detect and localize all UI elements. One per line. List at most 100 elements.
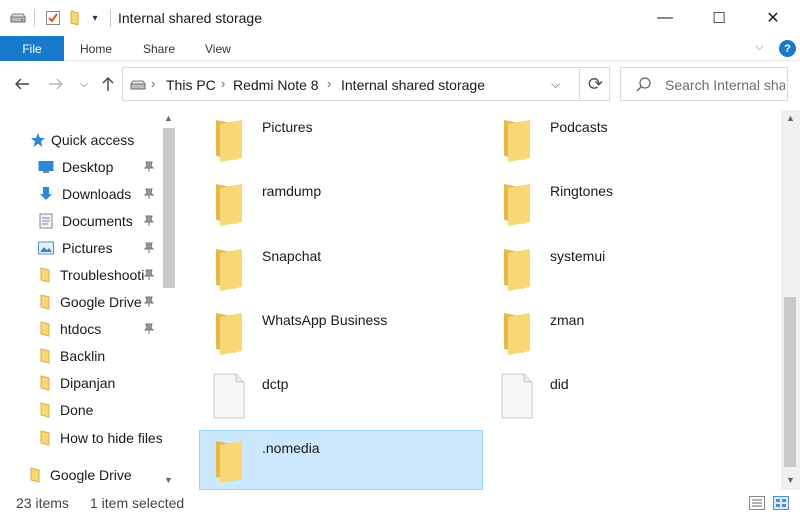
pictures-icon xyxy=(38,241,54,255)
details-view-icon[interactable] xyxy=(748,495,766,511)
pin-icon[interactable] xyxy=(142,187,156,201)
sidebar-item-downloads[interactable]: Downloads xyxy=(38,182,154,206)
refresh-icon[interactable]: ⟳ xyxy=(579,68,611,100)
drive-icon[interactable] xyxy=(8,9,28,27)
file-item-dctp[interactable]: dctp xyxy=(200,367,484,427)
star-icon xyxy=(31,133,45,147)
expand-ribbon-chevron-icon[interactable]: ⌵ xyxy=(755,41,763,54)
search-icon xyxy=(636,77,651,92)
breadcrumb-separator-icon[interactable]: › xyxy=(221,76,225,91)
scroll-up-icon[interactable]: ▲ xyxy=(164,113,173,123)
scroll-down-icon[interactable]: ▼ xyxy=(786,475,795,485)
file-item-zman[interactable]: zman xyxy=(488,303,772,363)
sidebar-item-documents[interactable]: Documents xyxy=(38,209,154,233)
tab-share[interactable]: Share xyxy=(143,36,175,61)
sidebar-item-pictures[interactable]: Pictures xyxy=(38,236,154,260)
sidebar-item-backlin[interactable]: Backlin xyxy=(38,344,105,368)
tab-view[interactable]: View xyxy=(205,36,231,61)
maximize-button[interactable]: ☐ xyxy=(696,0,742,36)
pin-icon[interactable] xyxy=(142,322,156,336)
file-name: Ringtones xyxy=(550,183,614,199)
pin-icon[interactable] xyxy=(142,160,156,174)
pin-icon[interactable] xyxy=(142,268,156,282)
pin-icon[interactable] xyxy=(142,295,156,309)
folder-icon xyxy=(504,249,530,291)
file-item-ringtones[interactable]: Ringtones xyxy=(488,174,772,234)
item-count: 23 items xyxy=(16,495,69,511)
sidebar-item-dipanjan[interactable]: Dipanjan xyxy=(38,371,115,395)
close-button[interactable]: ✕ xyxy=(750,0,796,36)
nav-pane-scrollbar-thumb[interactable] xyxy=(163,128,175,288)
tab-file[interactable]: File xyxy=(0,36,64,61)
blank-file-icon xyxy=(213,373,245,419)
sidebar-item-label: Dipanjan xyxy=(60,375,116,391)
file-name: WhatsApp Business xyxy=(262,312,388,328)
file-item-podcasts[interactable]: Podcasts xyxy=(488,110,772,170)
sidebar-item-desktop[interactable]: Desktop xyxy=(38,155,154,179)
breadcrumb-this-pc[interactable]: This PC xyxy=(166,77,216,93)
folder-icon xyxy=(40,375,50,391)
nav-quick-access[interactable]: Quick access xyxy=(30,128,134,152)
file-name: Pictures xyxy=(262,119,313,135)
file-item-did[interactable]: did xyxy=(488,367,772,427)
large-icons-view-icon[interactable] xyxy=(772,495,790,511)
file-name: ramdump xyxy=(262,183,322,199)
sidebar-item-troubleshooting[interactable]: Troubleshooti xyxy=(38,263,154,287)
pin-icon[interactable] xyxy=(142,214,156,228)
address-dropdown-icon[interactable]: ⌵ xyxy=(551,77,560,92)
customize-dropdown-icon[interactable]: ▾ xyxy=(88,9,102,27)
file-name: Snapchat xyxy=(262,248,322,264)
new-folder-icon[interactable] xyxy=(68,9,84,27)
tab-home[interactable]: Home xyxy=(80,36,112,61)
file-name: .nomedia xyxy=(262,440,320,456)
content-scrollbar-thumb[interactable] xyxy=(784,297,796,467)
minimize-button[interactable]: — xyxy=(642,0,688,36)
breadcrumb-internal-shared-storage[interactable]: Internal shared storage xyxy=(341,77,485,93)
navigation-pane: Quick access Desktop Downloads Documents… xyxy=(0,110,178,490)
breadcrumb-redmi-note-8[interactable]: Redmi Note 8 xyxy=(233,77,319,93)
folder-icon xyxy=(40,430,50,446)
up-arrow-icon[interactable] xyxy=(98,74,118,94)
folder-icon xyxy=(216,313,242,355)
sidebar-item-label: Google Drive xyxy=(50,467,132,483)
title-bar: ▾ Internal shared storage — ☐ ✕ xyxy=(0,0,800,36)
sidebar-item-how-to-hide-files[interactable]: How to hide files xyxy=(38,426,162,450)
folder-icon xyxy=(30,467,40,483)
pin-icon[interactable] xyxy=(142,241,156,255)
sidebar-item-done[interactable]: Done xyxy=(38,398,93,422)
sidebar-item-label: Downloads xyxy=(62,186,132,202)
forward-arrow-icon[interactable] xyxy=(46,74,66,94)
back-arrow-icon[interactable] xyxy=(12,74,32,94)
scroll-down-icon[interactable]: ▼ xyxy=(164,475,173,485)
file-name: dctp xyxy=(262,376,289,392)
recent-locations-chevron-icon[interactable]: ⌵ xyxy=(76,74,92,94)
properties-check-icon[interactable] xyxy=(44,9,62,27)
title-separator xyxy=(110,9,111,27)
nav-quick-access-label: Quick access xyxy=(51,132,135,148)
breadcrumb-separator-icon[interactable]: › xyxy=(151,76,155,91)
folder-icon xyxy=(216,184,242,226)
search-input[interactable] xyxy=(665,76,785,94)
file-item-whatsapp-business[interactable]: WhatsApp Business xyxy=(200,303,484,363)
desktop-icon xyxy=(38,161,54,173)
file-item-snapchat[interactable]: Snapchat xyxy=(200,239,484,299)
status-bar: 23 items 1 item selected xyxy=(0,490,800,516)
search-box[interactable] xyxy=(620,67,788,101)
folder-icon xyxy=(40,402,50,418)
sidebar-item-google-drive-pinned[interactable]: Google Drive xyxy=(38,290,154,314)
sidebar-item-google-drive[interactable]: Google Drive xyxy=(28,463,132,487)
help-button[interactable]: ? xyxy=(779,40,796,57)
file-item-pictures[interactable]: Pictures xyxy=(200,110,484,170)
breadcrumb-separator-icon[interactable]: › xyxy=(327,76,331,91)
folder-icon xyxy=(40,321,50,337)
sidebar-item-label: htdocs xyxy=(60,321,102,337)
sidebar-item-htdocs[interactable]: htdocs xyxy=(38,317,154,341)
folder-icon xyxy=(504,313,530,355)
scroll-up-icon[interactable]: ▲ xyxy=(786,113,795,123)
file-item-ramdump[interactable]: ramdump xyxy=(200,174,484,234)
file-item-nomedia[interactable]: .nomedia xyxy=(199,430,483,490)
file-item-systemui[interactable]: systemui xyxy=(488,239,772,299)
address-bar[interactable]: › This PC › Redmi Note 8 › Internal shar… xyxy=(122,67,610,101)
documents-icon xyxy=(39,213,53,229)
selection-count: 1 item selected xyxy=(90,495,185,511)
